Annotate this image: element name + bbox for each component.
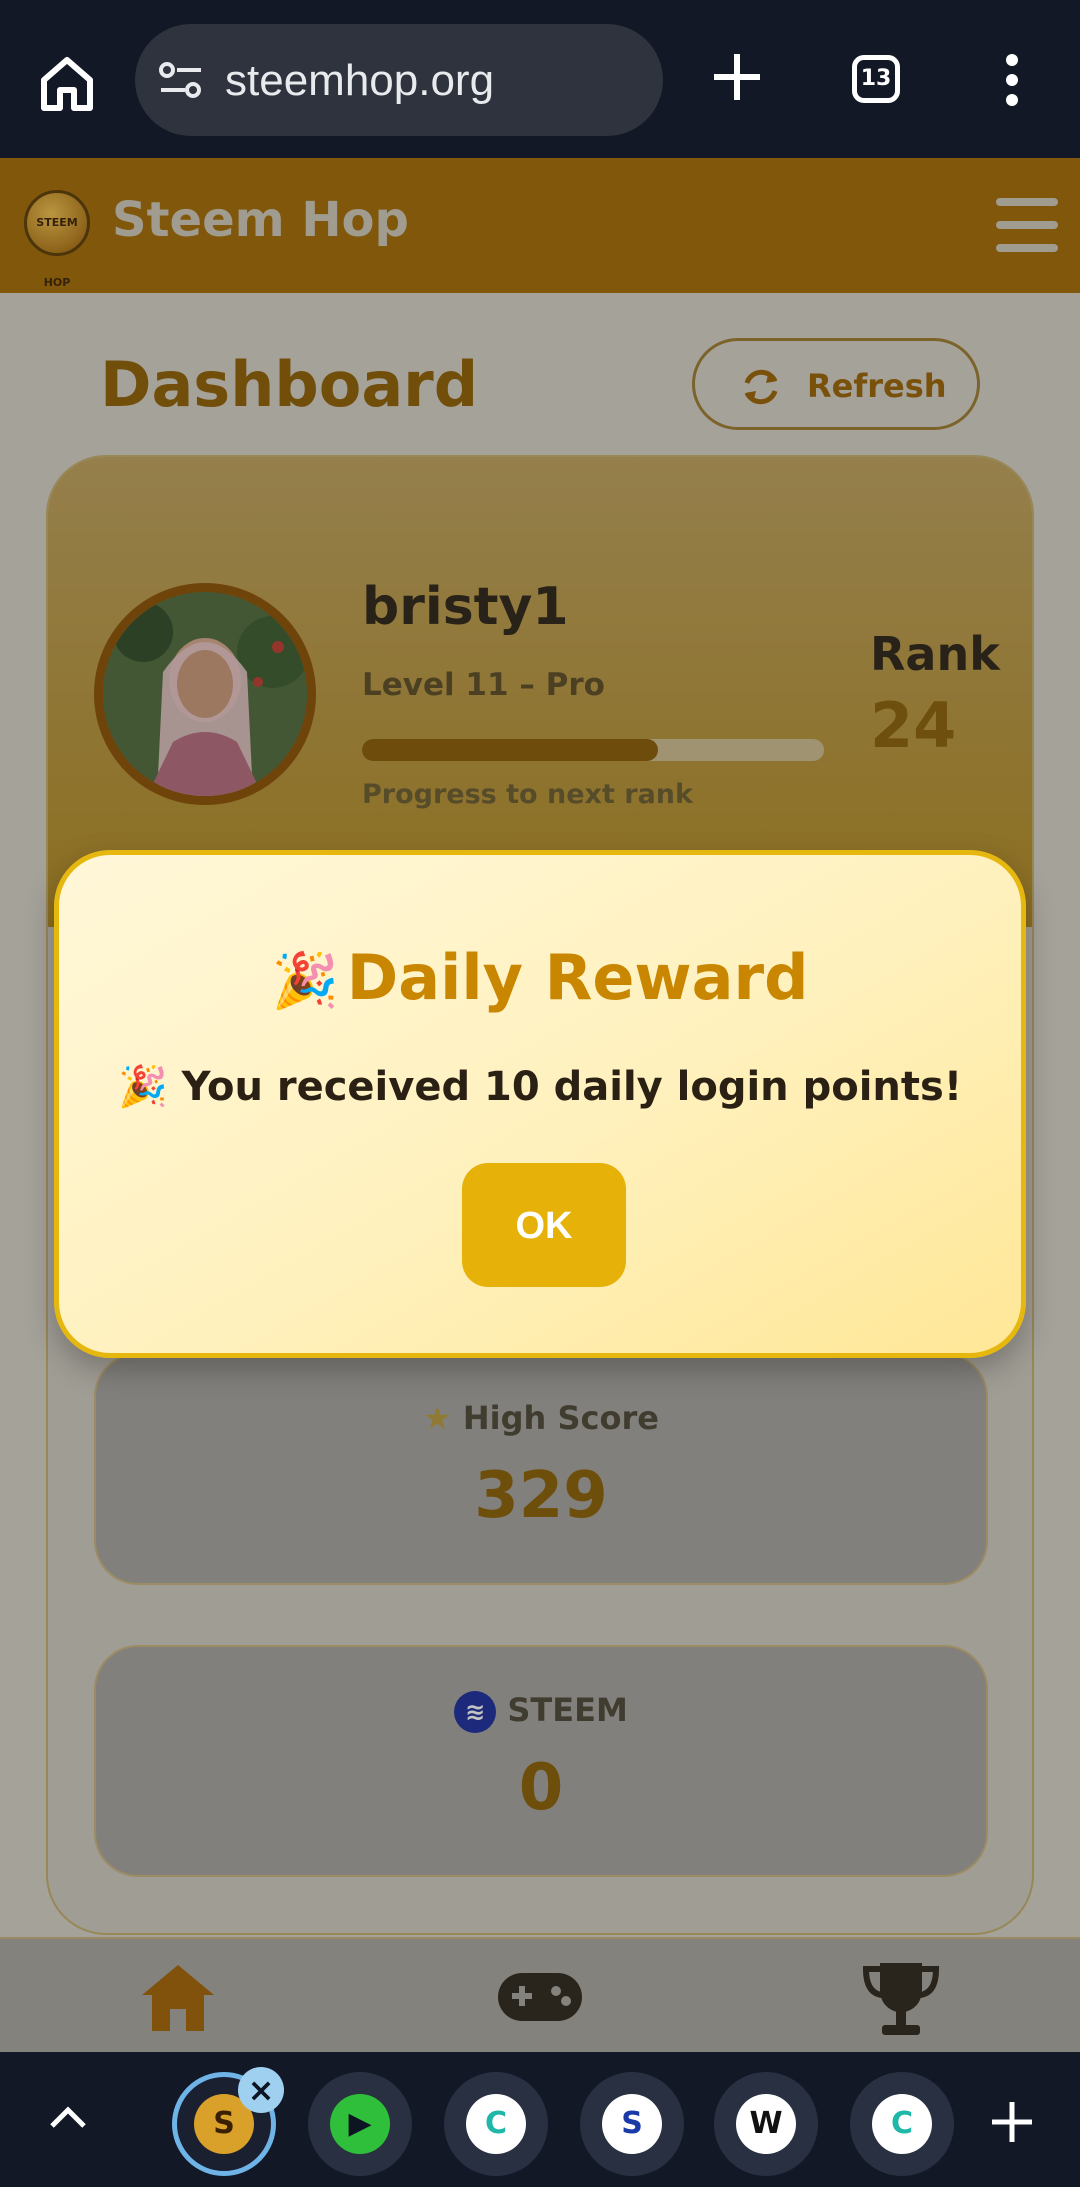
tab-thumb-chat-app[interactable]: C [444, 2072, 548, 2176]
party-popper-icon: 🎉 [271, 949, 339, 1012]
tab-thumb-chat-app-2[interactable]: C [850, 2072, 954, 2176]
refresh-icon [744, 369, 778, 405]
tab-favicon: W [736, 2094, 796, 2154]
high-score-label: ★ High Score [423, 1399, 659, 1437]
avatar [94, 583, 316, 805]
bottom-nav [0, 1937, 1080, 2054]
tab-favicon: S [602, 2094, 662, 2154]
hamburger-menu-icon[interactable] [996, 198, 1058, 252]
dialog-title-text: Daily Reward [346, 941, 809, 1014]
avatar-photo [103, 592, 307, 796]
username: bristy1 [362, 577, 569, 637]
refresh-button[interactable]: Refresh [692, 338, 980, 430]
dialog-title: 🎉 Daily Reward [59, 941, 1021, 1014]
tab-favicon: C [872, 2094, 932, 2154]
high-score-card: ★ High Score 329 [94, 1353, 988, 1585]
star-icon: ★ [423, 1399, 452, 1437]
tab-favicon: ▶ [330, 2094, 390, 2154]
more-options-icon[interactable] [1000, 52, 1024, 108]
tab-thumb-steemit[interactable]: S [580, 2072, 684, 2176]
dialog-message: 🎉 You received 10 daily login points! [117, 1064, 963, 1110]
tab-thumb-w-app[interactable]: W [714, 2072, 818, 2176]
tab-favicon: C [466, 2094, 526, 2154]
steem-icon: ≋ [454, 1691, 497, 1733]
address-bar[interactable]: steemhop.org [135, 24, 663, 136]
steem-label: ≋ STEEM [96, 1691, 986, 1733]
rank-progress-bar [362, 739, 824, 761]
level-text: Level 11 – Pro [362, 667, 605, 703]
brand-logo[interactable]: STEEM HOP [24, 190, 90, 289]
add-tab-icon[interactable] [990, 2100, 1034, 2144]
rank-value: 24 [870, 689, 957, 762]
app-header: STEEM HOP Steem Hop [0, 158, 1080, 293]
progress-label: Progress to next rank [362, 779, 693, 810]
chevron-up-icon[interactable] [48, 2102, 88, 2132]
steem-value: 0 [518, 1751, 564, 1825]
nav-game-icon[interactable] [496, 1969, 584, 2025]
daily-reward-dialog: 🎉 Daily Reward 🎉 You received 10 daily lo… [54, 850, 1026, 1358]
url-text: steemhop.org [225, 56, 495, 105]
ok-button[interactable]: OK [462, 1163, 626, 1287]
brand-name[interactable]: Steem Hop [112, 192, 409, 248]
page-title: Dashboard [100, 348, 479, 421]
tab-switcher-button[interactable]: 13 [852, 55, 900, 103]
logo-text: STEEM HOP [36, 216, 78, 289]
browser-toolbar: steemhop.org 13 [0, 0, 1080, 158]
steem-balance-card: ≋ STEEM 0 [94, 1645, 988, 1877]
close-tab-icon[interactable]: × [238, 2067, 284, 2113]
refresh-label: Refresh [807, 367, 947, 405]
new-tab-icon[interactable] [710, 50, 764, 104]
browser-tab-strip: S × ▶ C S W C [0, 2052, 1080, 2187]
site-settings-icon[interactable] [157, 58, 205, 102]
rank-label: Rank [870, 627, 1000, 681]
nav-home-icon[interactable] [138, 1961, 218, 2035]
home-icon[interactable] [36, 52, 98, 114]
tab-thumb-green-app[interactable]: ▶ [308, 2072, 412, 2176]
high-score-value: 329 [474, 1459, 608, 1533]
rank-progress-fill [362, 739, 658, 761]
nav-trophy-icon[interactable] [862, 1959, 940, 2039]
